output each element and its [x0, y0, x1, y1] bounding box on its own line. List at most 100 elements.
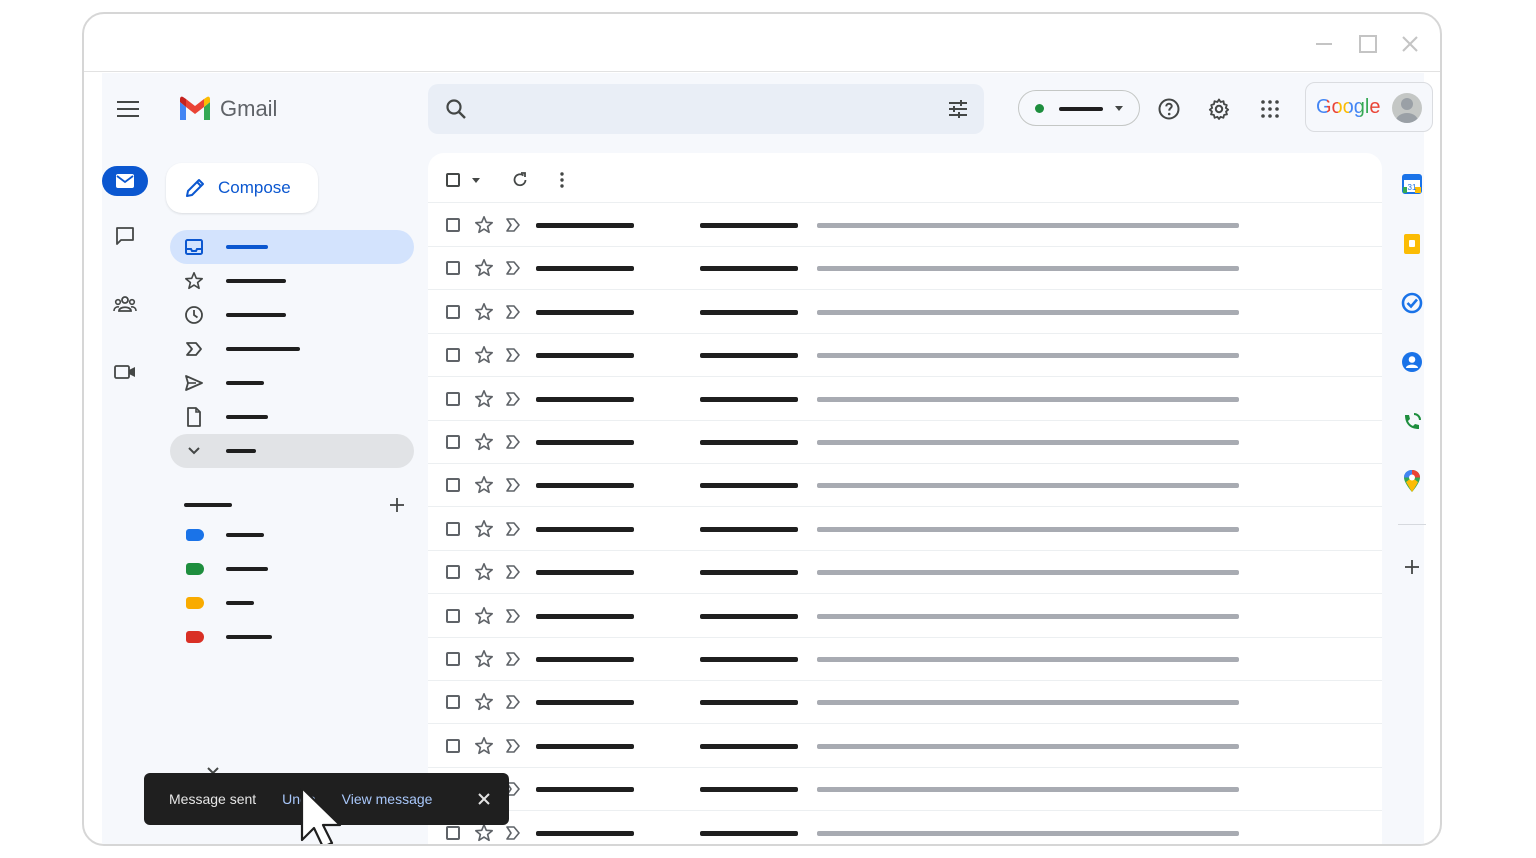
nav-item-snoozed[interactable] — [170, 298, 414, 332]
important-marker-icon[interactable] — [504, 693, 522, 711]
star-icon[interactable] — [474, 649, 494, 669]
star-icon[interactable] — [474, 736, 494, 756]
star-icon[interactable] — [474, 692, 494, 712]
table-row[interactable] — [428, 724, 1382, 768]
table-row[interactable] — [428, 464, 1382, 508]
close-window-icon[interactable] — [1398, 32, 1422, 56]
label-item[interactable] — [184, 625, 384, 649]
table-row[interactable] — [428, 377, 1382, 421]
nav-item-inbox[interactable] — [170, 230, 414, 264]
contacts-icon[interactable] — [1398, 348, 1426, 376]
maximize-icon[interactable] — [1356, 32, 1380, 56]
important-marker-icon[interactable] — [504, 824, 522, 842]
table-row[interactable] — [428, 638, 1382, 681]
rail-mail[interactable] — [97, 164, 153, 198]
rail-chat[interactable] — [97, 221, 153, 251]
nav-item-more[interactable] — [170, 434, 414, 468]
star-icon[interactable] — [474, 215, 494, 235]
table-row[interactable] — [428, 811, 1382, 844]
row-checkbox[interactable] — [446, 521, 460, 536]
nav-item-important[interactable] — [170, 332, 414, 366]
select-caret-icon[interactable] — [472, 178, 480, 183]
status-selector[interactable] — [1018, 90, 1140, 126]
star-icon[interactable] — [474, 258, 494, 278]
rail-meet[interactable] — [97, 357, 153, 387]
label-item[interactable] — [184, 557, 384, 581]
row-checkbox[interactable] — [446, 348, 460, 363]
refresh-icon[interactable] — [510, 170, 530, 190]
star-icon[interactable] — [474, 823, 494, 843]
star-icon[interactable] — [474, 389, 494, 409]
important-marker-icon[interactable] — [504, 216, 522, 234]
view-message-button[interactable]: View message — [342, 791, 433, 807]
important-marker-icon[interactable] — [504, 259, 522, 277]
row-checkbox[interactable] — [446, 738, 460, 753]
table-row[interactable] — [428, 507, 1382, 551]
compose-button[interactable]: Compose — [166, 163, 318, 213]
table-row[interactable] — [428, 768, 1382, 812]
gmail-logo[interactable]: Gmail — [178, 95, 277, 123]
apps-grid-icon[interactable] — [1257, 96, 1283, 122]
important-marker-icon[interactable] — [504, 737, 522, 755]
nav-item-sent[interactable] — [170, 366, 414, 400]
table-row[interactable] — [428, 247, 1382, 291]
row-checkbox[interactable] — [446, 652, 460, 666]
search-bar[interactable] — [428, 84, 984, 134]
row-checkbox[interactable] — [446, 825, 460, 840]
settings-gear-icon[interactable] — [1206, 96, 1232, 122]
label-item[interactable] — [184, 523, 384, 547]
star-icon[interactable] — [474, 519, 494, 539]
chevron-down-icon[interactable] — [206, 763, 220, 775]
row-checkbox[interactable] — [446, 695, 460, 710]
table-row[interactable] — [428, 290, 1382, 334]
search-icon[interactable] — [444, 97, 468, 121]
star-icon[interactable] — [474, 562, 494, 582]
table-row[interactable] — [428, 204, 1382, 247]
important-marker-icon[interactable] — [504, 476, 522, 494]
table-row[interactable] — [428, 421, 1382, 464]
rail-spaces[interactable] — [97, 289, 153, 319]
more-options-icon[interactable] — [554, 170, 570, 190]
account-switcher[interactable]: Google — [1305, 82, 1433, 132]
important-marker-icon[interactable] — [504, 520, 522, 538]
table-row[interactable] — [428, 594, 1382, 638]
row-checkbox[interactable] — [446, 304, 460, 319]
main-menu-icon[interactable] — [112, 95, 144, 123]
important-marker-icon[interactable] — [504, 433, 522, 451]
tasks-icon[interactable] — [1398, 289, 1426, 317]
minimize-icon[interactable] — [1312, 32, 1336, 56]
row-checkbox[interactable] — [446, 608, 460, 623]
important-marker-icon[interactable] — [504, 563, 522, 581]
calendar-icon[interactable]: 31 — [1398, 170, 1426, 198]
avatar[interactable] — [1392, 93, 1422, 123]
nav-item-starred[interactable] — [170, 264, 414, 298]
important-marker-icon[interactable] — [504, 390, 522, 408]
important-marker-icon[interactable] — [504, 346, 522, 364]
row-checkbox[interactable] — [446, 261, 460, 276]
star-icon[interactable] — [474, 345, 494, 365]
row-checkbox[interactable] — [446, 218, 460, 232]
label-item[interactable] — [184, 591, 384, 615]
star-icon[interactable] — [474, 475, 494, 495]
add-icon[interactable] — [1398, 553, 1426, 581]
important-marker-icon[interactable] — [504, 650, 522, 668]
voice-icon[interactable] — [1398, 408, 1426, 436]
row-checkbox[interactable] — [446, 435, 460, 449]
select-all-checkbox[interactable] — [446, 173, 460, 187]
important-marker-icon[interactable] — [504, 303, 522, 321]
row-checkbox[interactable] — [446, 478, 460, 493]
keep-icon[interactable] — [1398, 230, 1426, 258]
row-checkbox[interactable] — [446, 565, 460, 580]
table-row[interactable] — [428, 334, 1382, 378]
important-marker-icon[interactable] — [504, 607, 522, 625]
row-checkbox[interactable] — [446, 391, 460, 406]
help-icon[interactable] — [1156, 96, 1182, 122]
star-icon[interactable] — [474, 432, 494, 452]
table-row[interactable] — [428, 681, 1382, 725]
add-label-icon[interactable] — [387, 495, 407, 515]
maps-icon[interactable] — [1398, 467, 1426, 495]
close-icon[interactable] — [475, 790, 493, 808]
search-options-icon[interactable] — [946, 97, 970, 121]
nav-item-drafts[interactable] — [170, 400, 414, 434]
table-row[interactable] — [428, 551, 1382, 595]
